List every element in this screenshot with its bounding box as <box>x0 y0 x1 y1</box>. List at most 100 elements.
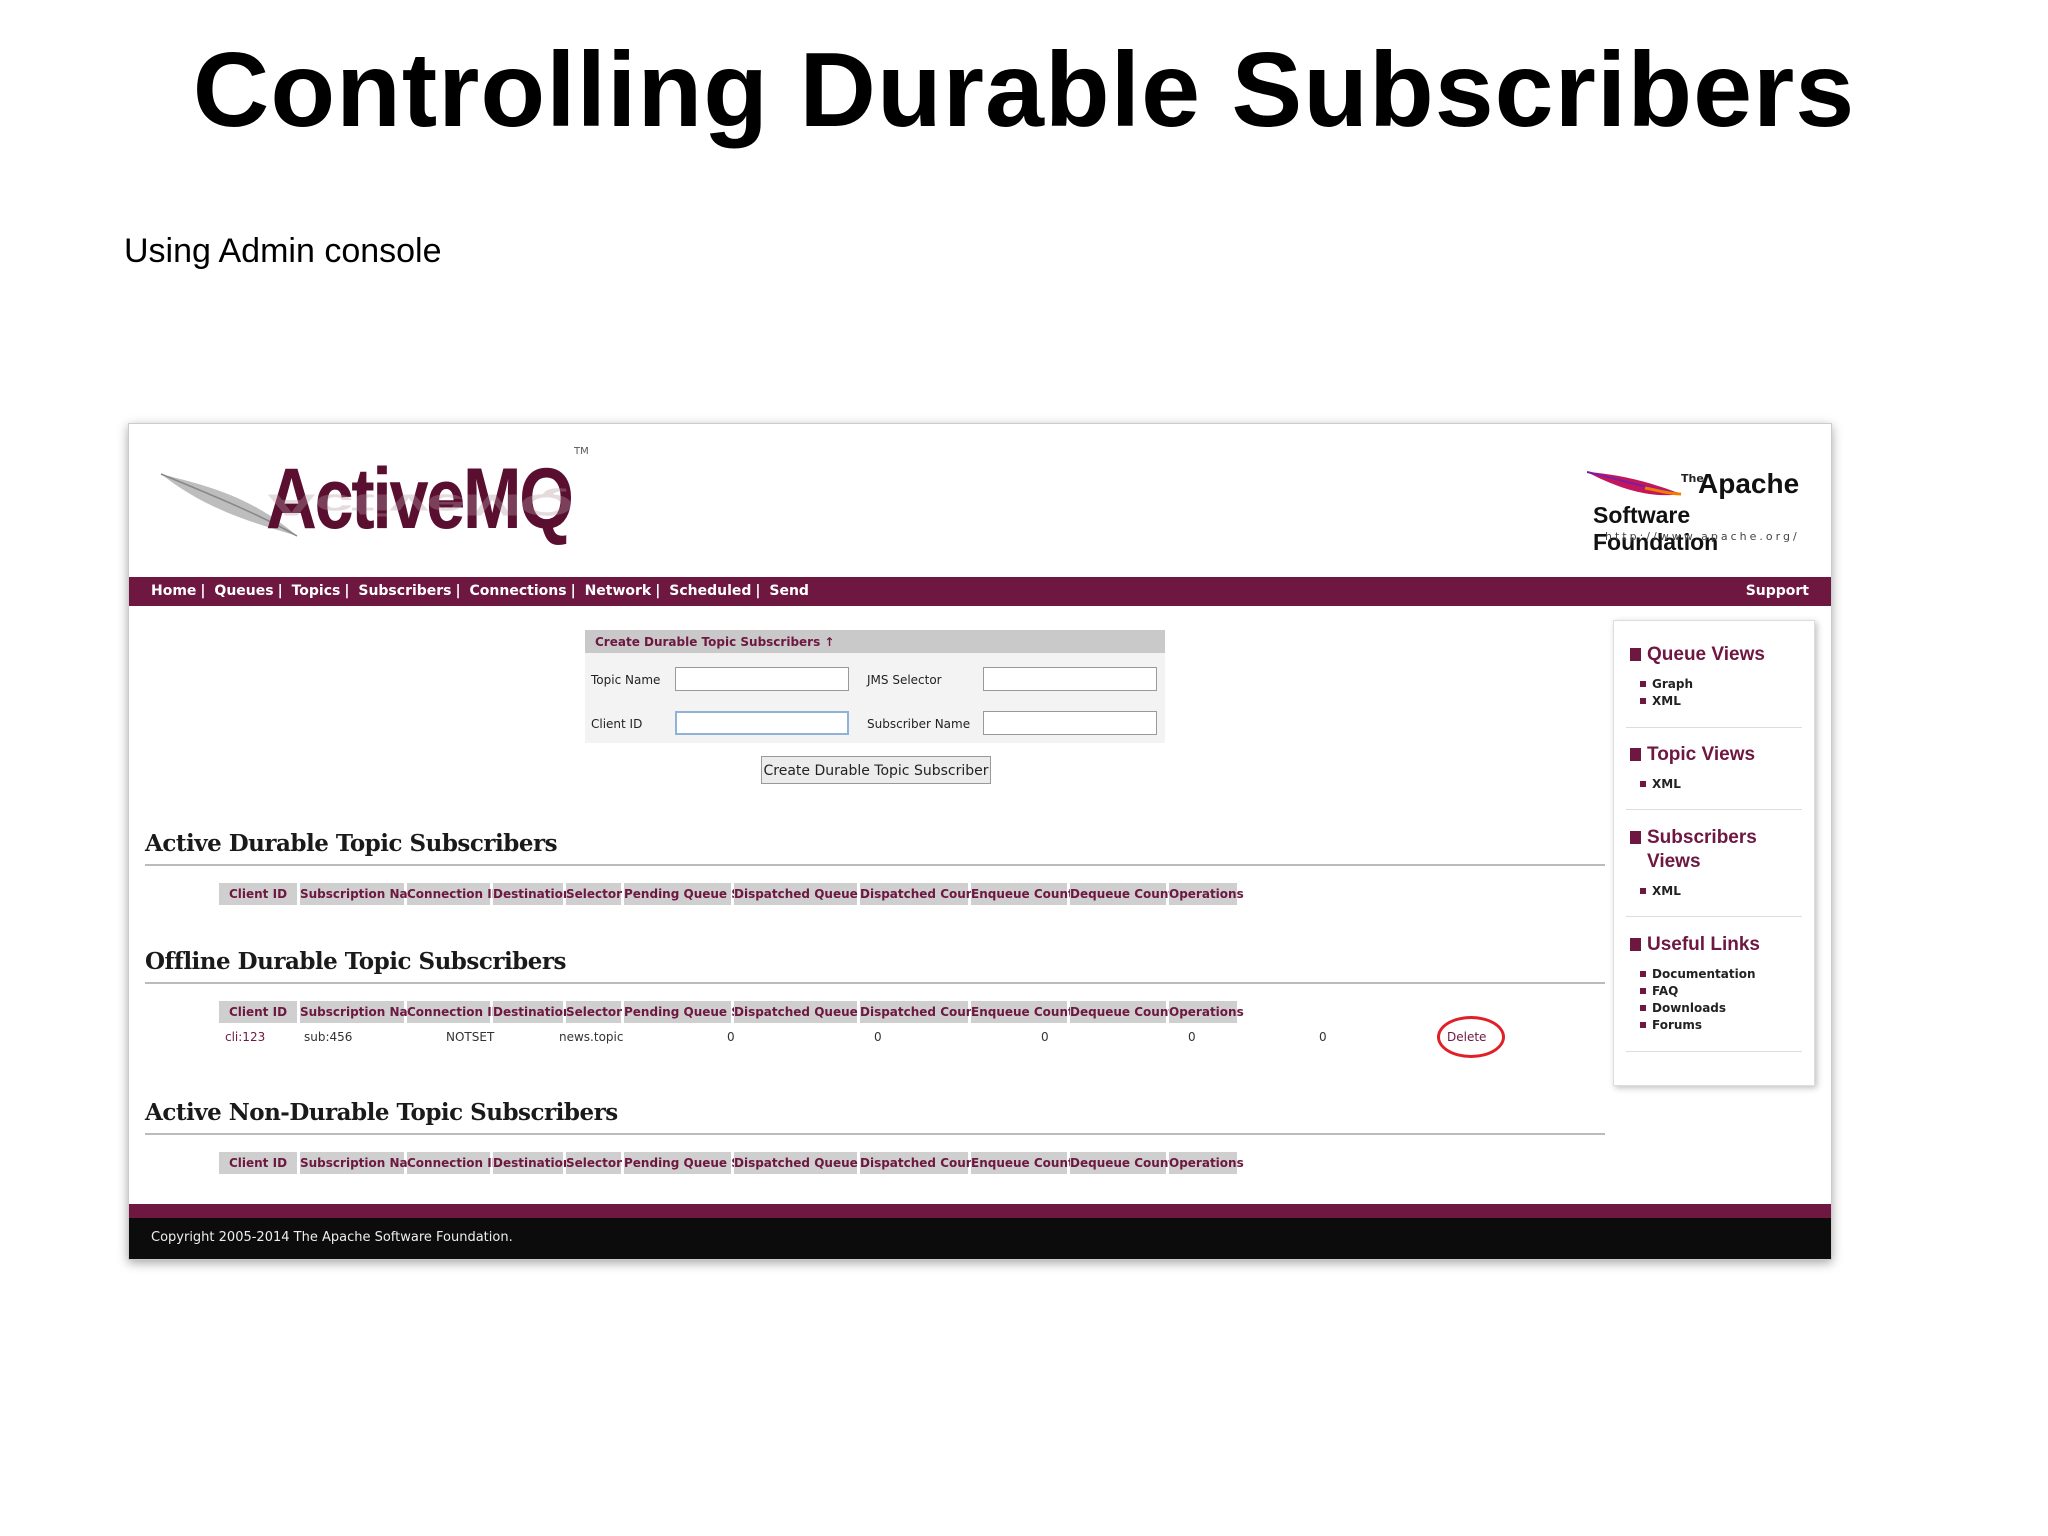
column-header: Dispatched Counter <box>860 1152 994 1174</box>
copyright-text: Copyright 2005-2014 The Apache Software … <box>151 1230 513 1245</box>
sidebar-divider <box>1626 727 1802 728</box>
apache-logo[interactable]: The Apache Software Foundation http://ww… <box>1585 468 1815 558</box>
slide-title: Controlling Durable Subscribers <box>192 31 1856 149</box>
column-header: Connection ID <box>407 883 502 905</box>
column-header: Dispatched Queue Size <box>734 883 890 905</box>
active-durable-title: Active Durable Topic Subscribers <box>145 830 558 857</box>
apache-name: Apache <box>1698 468 1800 499</box>
offline-durable-title: Offline Durable Topic Subscribers <box>145 948 566 975</box>
topic-name-input[interactable] <box>675 667 849 691</box>
column-header: Pending Queue Size <box>624 1152 759 1174</box>
column-header: Pending Queue Size <box>624 883 759 905</box>
nav-topics[interactable]: Topics <box>292 583 341 599</box>
footer: Copyright 2005-2014 The Apache Software … <box>129 1218 1831 1259</box>
sidebar-item-downloads[interactable]: Downloads <box>1640 1000 1726 1017</box>
nav-bar: Home | Queues | Topics | Subscribers | Conne… <box>129 577 1831 606</box>
cell-destination: news.topic <box>559 1030 624 1044</box>
column-header: Pending Queue Size <box>624 1001 759 1023</box>
column-header: Enqueue Counter <box>971 1001 1088 1023</box>
sidebar-item-graph[interactable]: Graph <box>1640 676 1693 693</box>
active-durable-table-header: Client ID Subscription Name Connection ID D… <box>219 883 1244 905</box>
sidebar-item-topic-xml[interactable]: XML <box>1640 776 1681 793</box>
column-header: Dispatched Queue Size <box>734 1001 890 1023</box>
jms-selector-label: JMS Selector <box>867 673 942 687</box>
create-subscriber-button[interactable]: Create Durable Topic Subscriber <box>761 756 991 784</box>
cell-connection-id: NOTSET <box>446 1030 495 1044</box>
section-divider <box>145 1133 1605 1135</box>
jms-selector-input[interactable] <box>983 667 1157 691</box>
column-header: Destination <box>493 1001 571 1023</box>
cell-dispatched-queue-size: 0 <box>874 1030 882 1044</box>
sidebar-divider <box>1626 916 1802 917</box>
console-header: ActiveMQ ActiveMQ TM The Apache Software… <box>129 424 1831 577</box>
create-form-header: Create Durable Topic Subscribers ↑ <box>585 630 1165 653</box>
subscriber-name-label: Subscriber Name <box>867 717 971 731</box>
cell-pending-queue-size: 0 <box>727 1030 735 1044</box>
column-header: Connection ID <box>407 1152 502 1174</box>
column-header: Destination <box>493 1152 571 1174</box>
sidebar-item-forums[interactable]: Forums <box>1640 1017 1702 1034</box>
trademark-mark: TM <box>574 446 589 457</box>
nav-connections[interactable]: Connections <box>470 583 567 599</box>
nav-subscribers[interactable]: Subscribers <box>358 583 451 599</box>
column-header: Subscription Name <box>300 883 428 905</box>
section-divider <box>145 864 1605 866</box>
nav-support[interactable]: Support <box>1746 583 1809 599</box>
footer-band <box>129 1204 1831 1218</box>
sidebar-item-subscribers-xml[interactable]: XML <box>1640 883 1681 900</box>
cell-subscription-name: sub:456 <box>304 1030 353 1044</box>
highlight-circle <box>1437 1016 1505 1058</box>
nav-queues[interactable]: Queues <box>214 583 273 599</box>
column-header: Dequeue Counter <box>1070 1152 1188 1174</box>
sidebar-item-documentation[interactable]: Documentation <box>1640 966 1756 983</box>
nav-send[interactable]: Send <box>769 583 809 599</box>
active-nondurable-table-header: Client ID Subscription Name Connection ID D… <box>219 1152 1244 1174</box>
nav-network[interactable]: Network <box>585 583 652 599</box>
column-header: Subscription Name <box>300 1001 428 1023</box>
cell-dequeue-counter: 0 <box>1319 1030 1327 1044</box>
sidebar-item-queue-xml[interactable]: XML <box>1640 693 1681 710</box>
square-bullet-icon <box>1630 748 1641 761</box>
column-header: Enqueue Counter <box>971 1152 1088 1174</box>
section-divider <box>145 982 1605 984</box>
column-header: Client ID <box>219 1152 297 1174</box>
sidebar-divider <box>1626 809 1802 810</box>
subscriber-name-input[interactable] <box>983 711 1157 735</box>
cell-client-id[interactable]: cli:123 <box>225 1025 265 1049</box>
column-header: Client ID <box>219 1001 297 1023</box>
client-id-label: Client ID <box>591 717 643 731</box>
offline-durable-table-header: Client ID Subscription Name Connection ID D… <box>219 1001 1244 1023</box>
apache-feather-icon <box>1586 471 1682 496</box>
column-header: Dequeue Counter <box>1070 883 1188 905</box>
sidebar-useful-links: Useful Links <box>1630 933 1760 957</box>
column-header: Client ID <box>219 883 297 905</box>
column-header: Selector <box>566 1001 622 1023</box>
column-header: Enqueue Counter <box>971 883 1088 905</box>
column-header: Selector <box>566 1152 622 1174</box>
cell-dispatched-counter: 0 <box>1041 1030 1049 1044</box>
sidebar-subscribers-views[interactable]: Subscribers Views <box>1630 826 1757 874</box>
column-header: Dispatched Counter <box>860 1001 994 1023</box>
client-id-input[interactable] <box>675 711 849 735</box>
column-header: Dispatched Counter <box>860 883 994 905</box>
active-nondurable-title: Active Non-Durable Topic Subscribers <box>145 1099 618 1126</box>
column-header: Dispatched Queue Size <box>734 1152 890 1174</box>
sidebar-item-faq[interactable]: FAQ <box>1640 983 1678 1000</box>
column-header: Dequeue Counter <box>1070 1001 1188 1023</box>
column-header: Connection ID <box>407 1001 502 1023</box>
column-header: Subscription Name <box>300 1152 428 1174</box>
column-header: Operations <box>1169 1152 1244 1174</box>
cell-enqueue-counter: 0 <box>1188 1030 1196 1044</box>
square-bullet-icon <box>1630 938 1641 951</box>
sidebar: Queue Views Graph XML Topic Views XML Su… <box>1613 620 1815 1086</box>
sidebar-queue-views[interactable]: Queue Views <box>1630 643 1765 667</box>
activemq-console-screenshot: ActiveMQ ActiveMQ TM The Apache Software… <box>128 423 1832 1260</box>
slide-subtitle: Using Admin console <box>124 232 442 270</box>
nav-scheduled[interactable]: Scheduled <box>669 583 751 599</box>
square-bullet-icon <box>1630 831 1641 844</box>
nav-home[interactable]: Home <box>151 583 196 599</box>
sidebar-divider <box>1626 1051 1802 1052</box>
sidebar-topic-views[interactable]: Topic Views <box>1630 743 1755 767</box>
column-header: Selector <box>566 883 622 905</box>
column-header: Operations <box>1169 1001 1244 1023</box>
